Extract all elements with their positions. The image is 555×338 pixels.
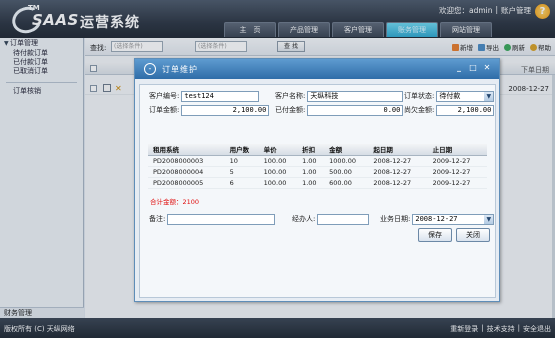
minimize-icon[interactable]: _ — [455, 63, 463, 72]
table-cell: 6 — [224, 177, 259, 189]
table-cell: 500.00 — [324, 166, 369, 178]
order-status-label: 订单状态: — [404, 92, 435, 100]
column-header[interactable]: 金额 — [324, 144, 369, 156]
table-cell: 2008-12-27 — [368, 177, 428, 189]
table-row[interactable]: PD2008000004 5 100.00 1.00 500.00 2008-12-27 2… — [148, 166, 487, 178]
column-header[interactable]: 起日期 — [368, 144, 428, 156]
table-cell: 2008-12-27 — [368, 155, 428, 167]
chevron-down-icon: ▼ — [484, 91, 494, 101]
save-button[interactable]: 保存 — [418, 228, 452, 242]
order-dialog: - 订单维护 _ □ ✕ 客户编号: test124 客户名称: 天纵科技 订单… — [134, 58, 500, 302]
customer-no-row: 客户编号: test124 — [149, 90, 260, 102]
calendar-dropdown-icon: ▼ — [484, 214, 494, 224]
customer-name-row: 客户名称: 天纵科技 — [275, 90, 404, 102]
table-cell: 1.00 — [297, 155, 325, 167]
remark-label: 备注: — [149, 215, 166, 223]
table-header-row: 租用系统 用户数 单价 折扣 金额 起日期 止日期 — [148, 144, 487, 156]
table-cell: 100.00 — [258, 177, 298, 189]
customer-name-field[interactable]: 天纵科技 — [307, 90, 404, 102]
table-cell: 10 — [224, 155, 259, 167]
handler-label: 经办人: — [292, 215, 316, 223]
table-cell: 2008-12-27 — [368, 166, 428, 178]
order-items-table: 租用系统 用户数 单价 折扣 金额 起日期 止日期 PD2008000003 10 100.00… — [148, 144, 487, 189]
dialog-titlebar[interactable]: - 订单维护 _ □ ✕ — [135, 59, 499, 79]
order-status-select[interactable]: 待付款 ▼ — [436, 90, 495, 102]
remark-row: 备注: — [149, 213, 276, 225]
paid-amount-row: 已付金额: 0.00 — [275, 104, 404, 116]
window-buttons: _ □ ✕ — [455, 63, 491, 72]
table-row[interactable]: PD2008000003 10 100.00 1.00 1000.00 2008-12-2… — [148, 155, 487, 167]
owed-amount-field[interactable]: 2,100.00 — [436, 104, 495, 116]
owed-amount-label: 尚欠金额: — [404, 106, 435, 114]
close-button[interactable]: 关闭 — [456, 228, 490, 242]
table-cell: PD2008000004 — [148, 166, 225, 178]
paid-amount-label: 已付金额: — [275, 106, 306, 114]
paid-amount-field[interactable]: 0.00 — [307, 104, 404, 116]
total-amount: 合计金额：2100 — [150, 198, 200, 206]
owed-amount-row: 尚欠金额: 2,100.00 — [404, 104, 495, 116]
column-header[interactable]: 止日期 — [427, 144, 487, 156]
dialog-title: 订单维护 — [162, 65, 198, 74]
table-body: PD2008000003 10 100.00 1.00 1000.00 2008-12-2… — [148, 155, 487, 189]
order-status-row: 订单状态: 待付款 ▼ — [404, 90, 495, 102]
order-amount-label: 订单金额: — [149, 106, 180, 114]
order-status-value: 待付款 — [439, 91, 461, 100]
column-header[interactable]: 用户数 — [224, 144, 259, 156]
biz-date-row: 业务日期: 2008-12-27 ▼ — [380, 213, 495, 225]
handler-field[interactable] — [317, 213, 370, 225]
table-cell: 100.00 — [258, 166, 298, 178]
table-cell: 2009-12-27 — [427, 166, 487, 178]
biz-date-value: 2008-12-27 — [415, 214, 458, 223]
table-cell: 2009-12-27 — [427, 155, 487, 167]
column-header[interactable]: 租用系统 — [148, 144, 225, 156]
handler-row: 经办人: — [292, 213, 370, 225]
order-amount-row: 订单金额: 2,100.00 — [149, 104, 270, 116]
dialog-body: 客户编号: test124 客户名称: 天纵科技 订单状态: 待付款 ▼ 订单金… — [139, 84, 496, 298]
biz-date-label: 业务日期: — [380, 215, 411, 223]
maximize-icon[interactable]: □ — [469, 63, 477, 72]
table-cell: 600.00 — [324, 177, 369, 189]
table-cell: PD2008000003 — [148, 155, 225, 167]
dialog-icon: - — [144, 63, 156, 75]
table-cell: 1.00 — [297, 177, 325, 189]
column-header[interactable]: 单价 — [258, 144, 298, 156]
table-cell: 2009-12-27 — [427, 177, 487, 189]
customer-no-label: 客户编号: — [149, 92, 180, 100]
table-cell: PD2008000005 — [148, 177, 225, 189]
close-icon[interactable]: ✕ — [483, 63, 491, 72]
customer-name-label: 客户名称: — [275, 92, 306, 100]
column-header[interactable]: 折扣 — [297, 144, 325, 156]
customer-no-field[interactable]: test124 — [181, 90, 260, 102]
order-amount-field[interactable]: 2,100.00 — [181, 104, 270, 116]
biz-date-picker[interactable]: 2008-12-27 ▼ — [412, 213, 495, 225]
table-cell: 5 — [224, 166, 259, 178]
table-cell: 1000.00 — [324, 155, 369, 167]
remark-field[interactable] — [167, 213, 276, 225]
table-row[interactable]: PD2008000005 6 100.00 1.00 600.00 2008-12-27 2… — [148, 177, 487, 189]
table-cell: 1.00 — [297, 166, 325, 178]
table-cell: 100.00 — [258, 155, 298, 167]
